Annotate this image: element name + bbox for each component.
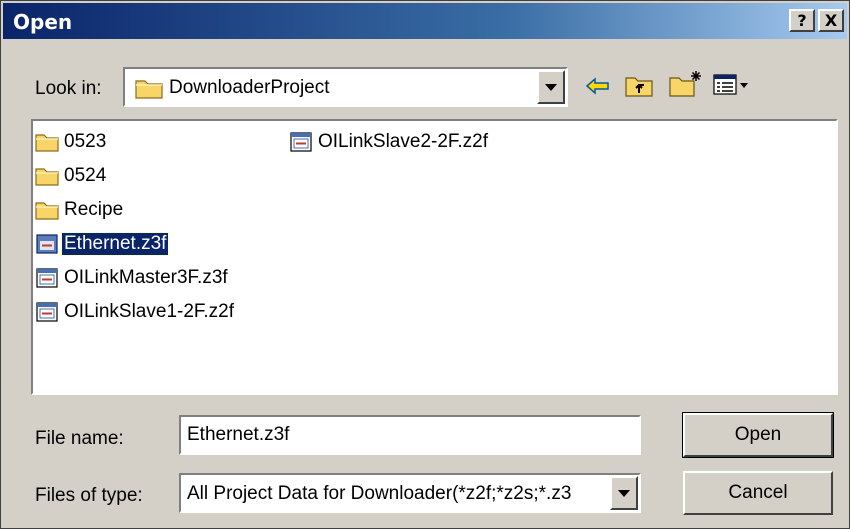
folder-icon xyxy=(35,134,59,152)
item-name: OILinkSlave1-2F.z2f xyxy=(64,301,235,322)
list-item[interactable]: 0523 xyxy=(35,129,108,155)
folder-icon xyxy=(35,202,59,220)
new-folder-icon[interactable] xyxy=(669,69,703,97)
file-name-label: File name: xyxy=(35,428,124,449)
list-item[interactable]: 0524 xyxy=(35,163,108,189)
item-name: 0524 xyxy=(64,165,107,186)
title-bar[interactable]: Open ? X xyxy=(3,3,847,39)
open-button[interactable]: Open xyxy=(682,412,834,458)
project-file-icon xyxy=(290,132,312,152)
close-button[interactable]: X xyxy=(818,9,844,32)
item-name: Ethernet.z3f xyxy=(60,232,170,256)
open-dialog: Open ? X Look in: DownloaderProject 0523 xyxy=(0,0,850,529)
folder-icon xyxy=(135,80,163,99)
list-item-selected[interactable]: Ethernet.z3f xyxy=(35,231,170,257)
project-file-icon xyxy=(36,302,58,322)
list-item[interactable]: Recipe xyxy=(35,197,125,223)
files-of-type-value: All Project Data for Downloader(*z2f;*z2… xyxy=(187,483,572,504)
list-item[interactable]: OILinkSlave2-2F.z2f xyxy=(289,129,490,155)
project-file-icon xyxy=(36,268,58,288)
up-folder-icon[interactable] xyxy=(625,73,653,97)
item-name: Recipe xyxy=(64,199,124,220)
look-in-value: DownloaderProject xyxy=(169,77,330,98)
chevron-down-icon xyxy=(545,84,557,91)
look-in-combo[interactable]: DownloaderProject xyxy=(123,67,568,107)
item-name: OILinkSlave2-2F.z2f xyxy=(318,131,489,152)
list-item[interactable]: OILinkSlave1-2F.z2f xyxy=(35,299,236,325)
file-name-input[interactable] xyxy=(179,415,641,455)
look-in-label: Look in: xyxy=(35,78,102,99)
look-in-dropdown-button[interactable] xyxy=(537,70,565,104)
dialog-title: Open xyxy=(13,10,73,34)
back-arrow-icon[interactable] xyxy=(585,75,611,97)
help-button[interactable]: ? xyxy=(789,9,815,32)
project-file-icon xyxy=(36,234,58,254)
chevron-down-icon xyxy=(618,490,630,497)
cancel-button[interactable]: Cancel xyxy=(683,471,833,515)
view-menu-icon[interactable] xyxy=(713,73,751,97)
list-item[interactable]: OILinkMaster3F.z3f xyxy=(35,265,230,291)
files-of-type-dropdown-button[interactable] xyxy=(610,476,638,510)
folder-icon xyxy=(35,168,59,186)
files-of-type-label: Files of type: xyxy=(35,485,143,506)
item-name: OILinkMaster3F.z3f xyxy=(64,267,228,288)
file-list[interactable]: 0523 0524 Recipe Ethernet.z3f OILinkMast… xyxy=(31,119,838,395)
item-name: 0523 xyxy=(64,131,107,152)
files-of-type-combo[interactable]: All Project Data for Downloader(*z2f;*z2… xyxy=(179,473,641,513)
